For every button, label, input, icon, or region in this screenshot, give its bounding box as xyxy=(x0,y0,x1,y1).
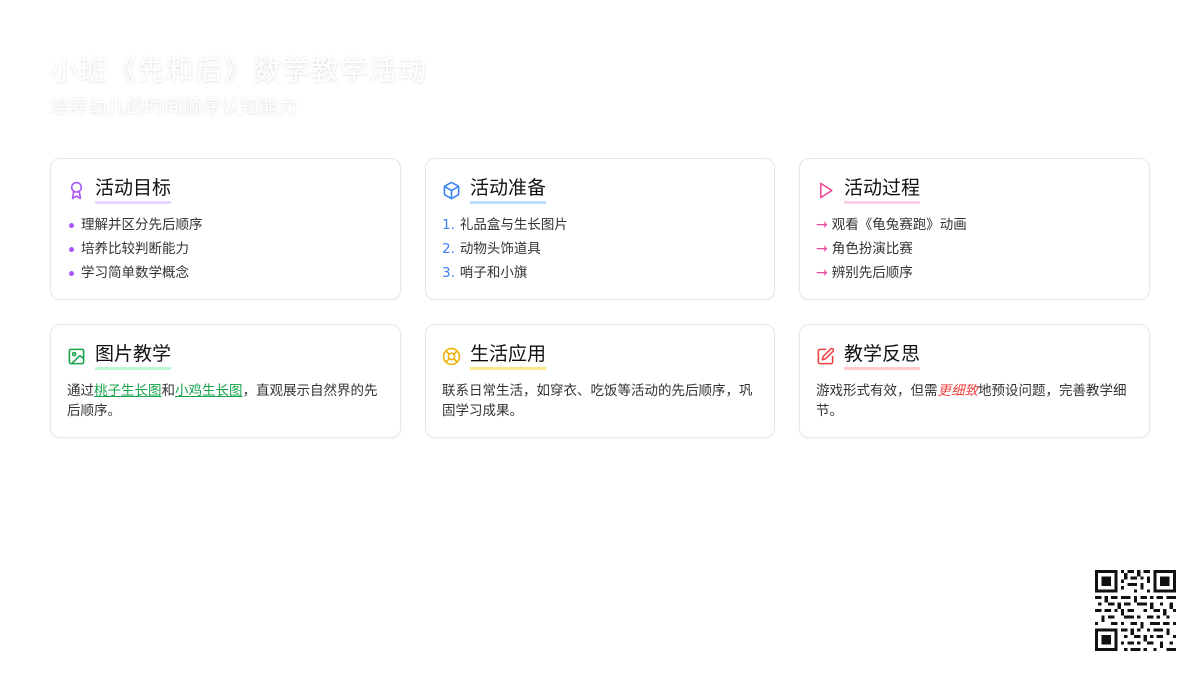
lifebuoy-icon xyxy=(442,347,461,365)
edit-icon xyxy=(817,347,835,364)
card-teaching-reflection: 教学反思 游戏形式有效，但需更细致地预设问题，完善教学细节。 xyxy=(799,324,1150,438)
image-icon xyxy=(68,348,85,364)
card-title: 活动目标 xyxy=(95,176,172,204)
bullet-dot xyxy=(69,270,74,276)
card-paragraph: 通过桃子生长图和小鸡生长图，直观展示自然界的先后顺序。 xyxy=(67,383,378,419)
peach-growth-link[interactable]: 桃子生长图 xyxy=(94,383,162,399)
card-activity-goals: 活动目标 理解并区分先后顺序 培养比较判断能力 学习简单数学概念 xyxy=(50,158,401,300)
list-item: 1. 礼品盒与生长图片 xyxy=(442,217,568,233)
arrow-icon: → xyxy=(816,241,828,257)
card-title: 教学反思 xyxy=(844,342,921,370)
arrow-icon: → xyxy=(816,217,828,233)
list-item: 学习简单数学概念 xyxy=(67,261,384,285)
list-item: → 观看《龟兔赛跑》动画 xyxy=(816,213,1133,237)
bullet-dot xyxy=(69,222,74,228)
goal-list: 理解并区分先后顺序 培养比较判断能力 学习简单数学概念 xyxy=(67,213,384,285)
card-paragraph: 游戏形式有效，但需更细致地预设问题，完善教学细节。 xyxy=(816,383,1127,419)
list-item: → 角色扮演比赛 xyxy=(816,237,1133,261)
list-item: 培养比较判断能力 xyxy=(67,237,384,261)
list-item: 2. 动物头饰道具 xyxy=(442,241,541,257)
list-item: 3. 哨子和小旗 xyxy=(442,265,528,281)
arrow-icon: → xyxy=(816,265,828,281)
page-header: 小班《先和后》数学教学活动 培养幼儿的时间顺序认知能力 xyxy=(50,52,427,120)
card-life-application: 生活应用 联系日常生活，如穿衣、吃饭等活动的先后顺序，巩固学习成果。 xyxy=(425,324,775,438)
process-list: → 观看《龟兔赛跑》动画 → 角色扮演比赛 → 辨别先后顺序 xyxy=(816,213,1133,285)
chick-growth-link[interactable]: 小鸡生长图 xyxy=(175,383,243,399)
prep-list: 1. 礼品盒与生长图片 2. 动物头饰道具 3. 哨子和小旗 xyxy=(442,213,758,285)
box-icon xyxy=(443,181,460,199)
emphasis-text: 更细致 xyxy=(937,383,979,399)
bullet-dot xyxy=(69,246,74,252)
card-activity-prep: 活动准备 1. 礼品盒与生长图片 2. 动物头饰道具 3. 哨子和小旗 xyxy=(425,158,775,300)
card-title: 图片教学 xyxy=(95,342,172,370)
qr-code xyxy=(1095,570,1176,651)
list-item: → 辨别先后顺序 xyxy=(816,261,1133,285)
page-title: 小班《先和后》数学教学活动 xyxy=(50,54,428,87)
card-picture-teaching: 图片教学 通过桃子生长图和小鸡生长图，直观展示自然界的先后顺序。 xyxy=(50,324,401,438)
award-icon xyxy=(70,181,83,199)
card-activity-process: 活动过程 → 观看《龟兔赛跑》动画 → 角色扮演比赛 → 辨别先后顺序 xyxy=(799,158,1150,300)
card-title: 生活应用 xyxy=(470,342,547,370)
card-title: 活动过程 xyxy=(844,176,921,204)
page-subtitle: 培养幼儿的时间顺序认知能力 xyxy=(50,96,298,118)
card-title: 活动准备 xyxy=(470,176,547,204)
play-icon xyxy=(819,182,833,198)
card-paragraph: 联系日常生活，如穿衣、吃饭等活动的先后顺序，巩固学习成果。 xyxy=(442,383,753,419)
card-grid: 活动目标 理解并区分先后顺序 培养比较判断能力 学习简单数学概念 活动准备 1.… xyxy=(50,158,1150,438)
list-item: 理解并区分先后顺序 xyxy=(67,213,384,237)
